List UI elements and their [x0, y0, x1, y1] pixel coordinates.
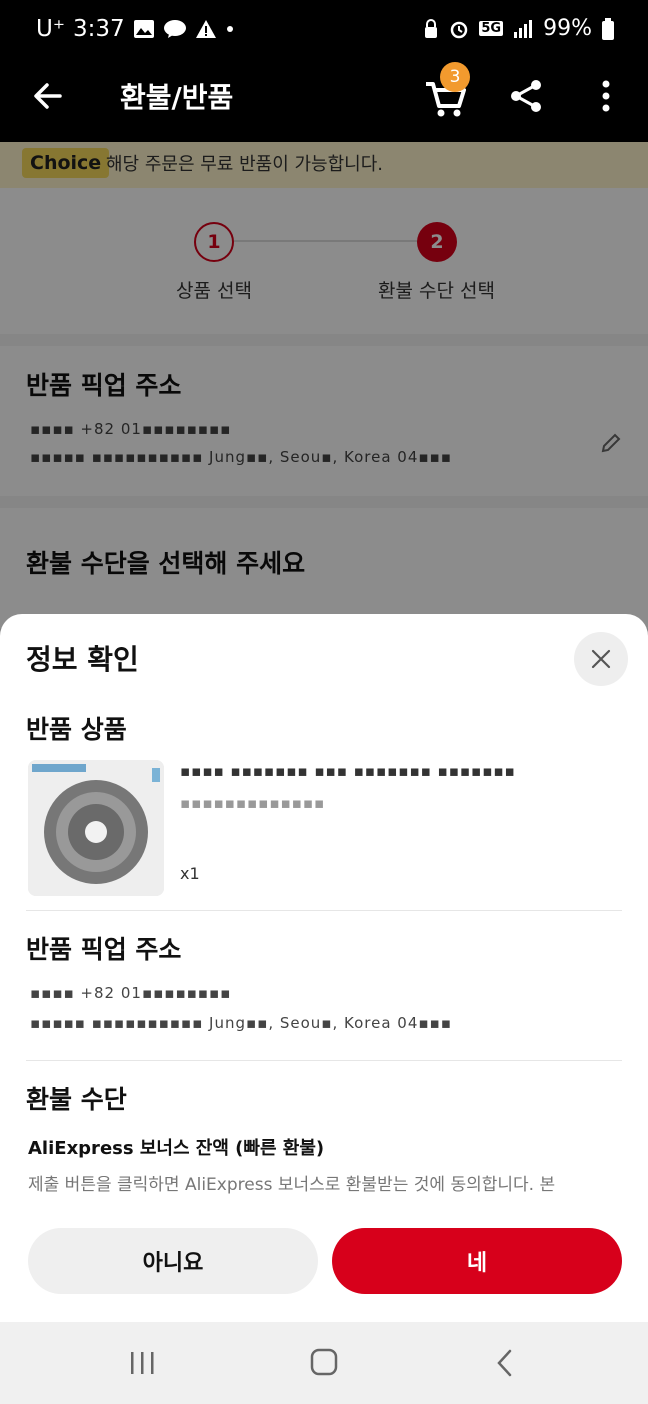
page-title: 환불/반품: [120, 81, 234, 114]
no-button[interactable]: 아니요: [28, 1228, 318, 1294]
more-options-icon[interactable]: [596, 78, 616, 114]
close-button[interactable]: [574, 632, 628, 686]
battery-percent: 99%: [543, 16, 592, 41]
recent-apps-icon[interactable]: [128, 1350, 158, 1376]
app-bar: 환불/반품 3: [0, 62, 648, 142]
cart-badge: 3: [440, 62, 470, 92]
refund-notice: 제출 버튼을 클릭하면 AliExpress 보너스로 환불받는 것에 동의합니…: [28, 1175, 556, 1195]
divider: [26, 910, 622, 911]
signal-icon: [514, 19, 533, 38]
product-image: [28, 760, 164, 896]
dot-icon: [226, 26, 233, 32]
sheet-pickup-address: ▪▪▪▪▪ ▪▪▪▪▪▪▪▪▪▪ Jung▪▪, Seou▪, Korea 04…: [30, 1014, 452, 1032]
product-quantity: x1: [180, 864, 200, 883]
return-product-heading: 반품 상품: [26, 715, 127, 744]
gallery-icon: [133, 20, 154, 38]
system-nav-bar: [0, 1322, 648, 1404]
battery-icon: [602, 17, 614, 40]
clock: 3:37: [72, 16, 125, 42]
status-bar: U⁺ 3:37 5G 99%: [0, 0, 648, 62]
status-left: U⁺ 3:37: [36, 16, 235, 42]
divider: [26, 1060, 622, 1061]
product-name: ▪▪▪▪ ▪▪▪▪▪▪▪ ▪▪▪ ▪▪▪▪▪▪▪ ▪▪▪▪▪▪▪: [180, 762, 516, 780]
back-arrow-icon[interactable]: [30, 78, 66, 114]
home-icon[interactable]: [310, 1348, 338, 1376]
product-thumbnail-icon: [28, 760, 164, 896]
sheet-pickup-heading: 반품 픽업 주소: [26, 935, 182, 964]
lock-icon: [425, 18, 438, 38]
carrier-label: U⁺: [36, 16, 65, 42]
close-icon: [591, 649, 611, 669]
sheet-title: 정보 확인: [26, 643, 139, 676]
talk-icon: [163, 20, 186, 38]
nav-back-icon[interactable]: [494, 1348, 516, 1378]
confirm-sheet: 정보 확인 반품 상품 ▪▪▪▪ ▪▪▪▪▪▪▪ ▪▪▪ ▪▪▪▪▪▪▪ ▪▪▪…: [0, 614, 648, 1322]
share-icon[interactable]: [508, 78, 544, 114]
refund-method-value: AliExpress 보너스 잔액 (빠른 환불): [28, 1138, 325, 1159]
status-right: 5G 99%: [423, 16, 614, 41]
product-variant: ▪▪▪▪▪▪▪▪▪▪▪▪▪: [180, 794, 326, 812]
warning-icon: [195, 20, 216, 38]
network-label: 5G: [479, 21, 504, 36]
sheet-pickup-contact: ▪▪▪▪ +82 01▪▪▪▪▪▪▪▪: [30, 984, 232, 1002]
refund-method-heading: 환불 수단: [26, 1085, 127, 1114]
alarm-icon: [451, 21, 468, 38]
yes-button[interactable]: 네: [332, 1228, 622, 1294]
